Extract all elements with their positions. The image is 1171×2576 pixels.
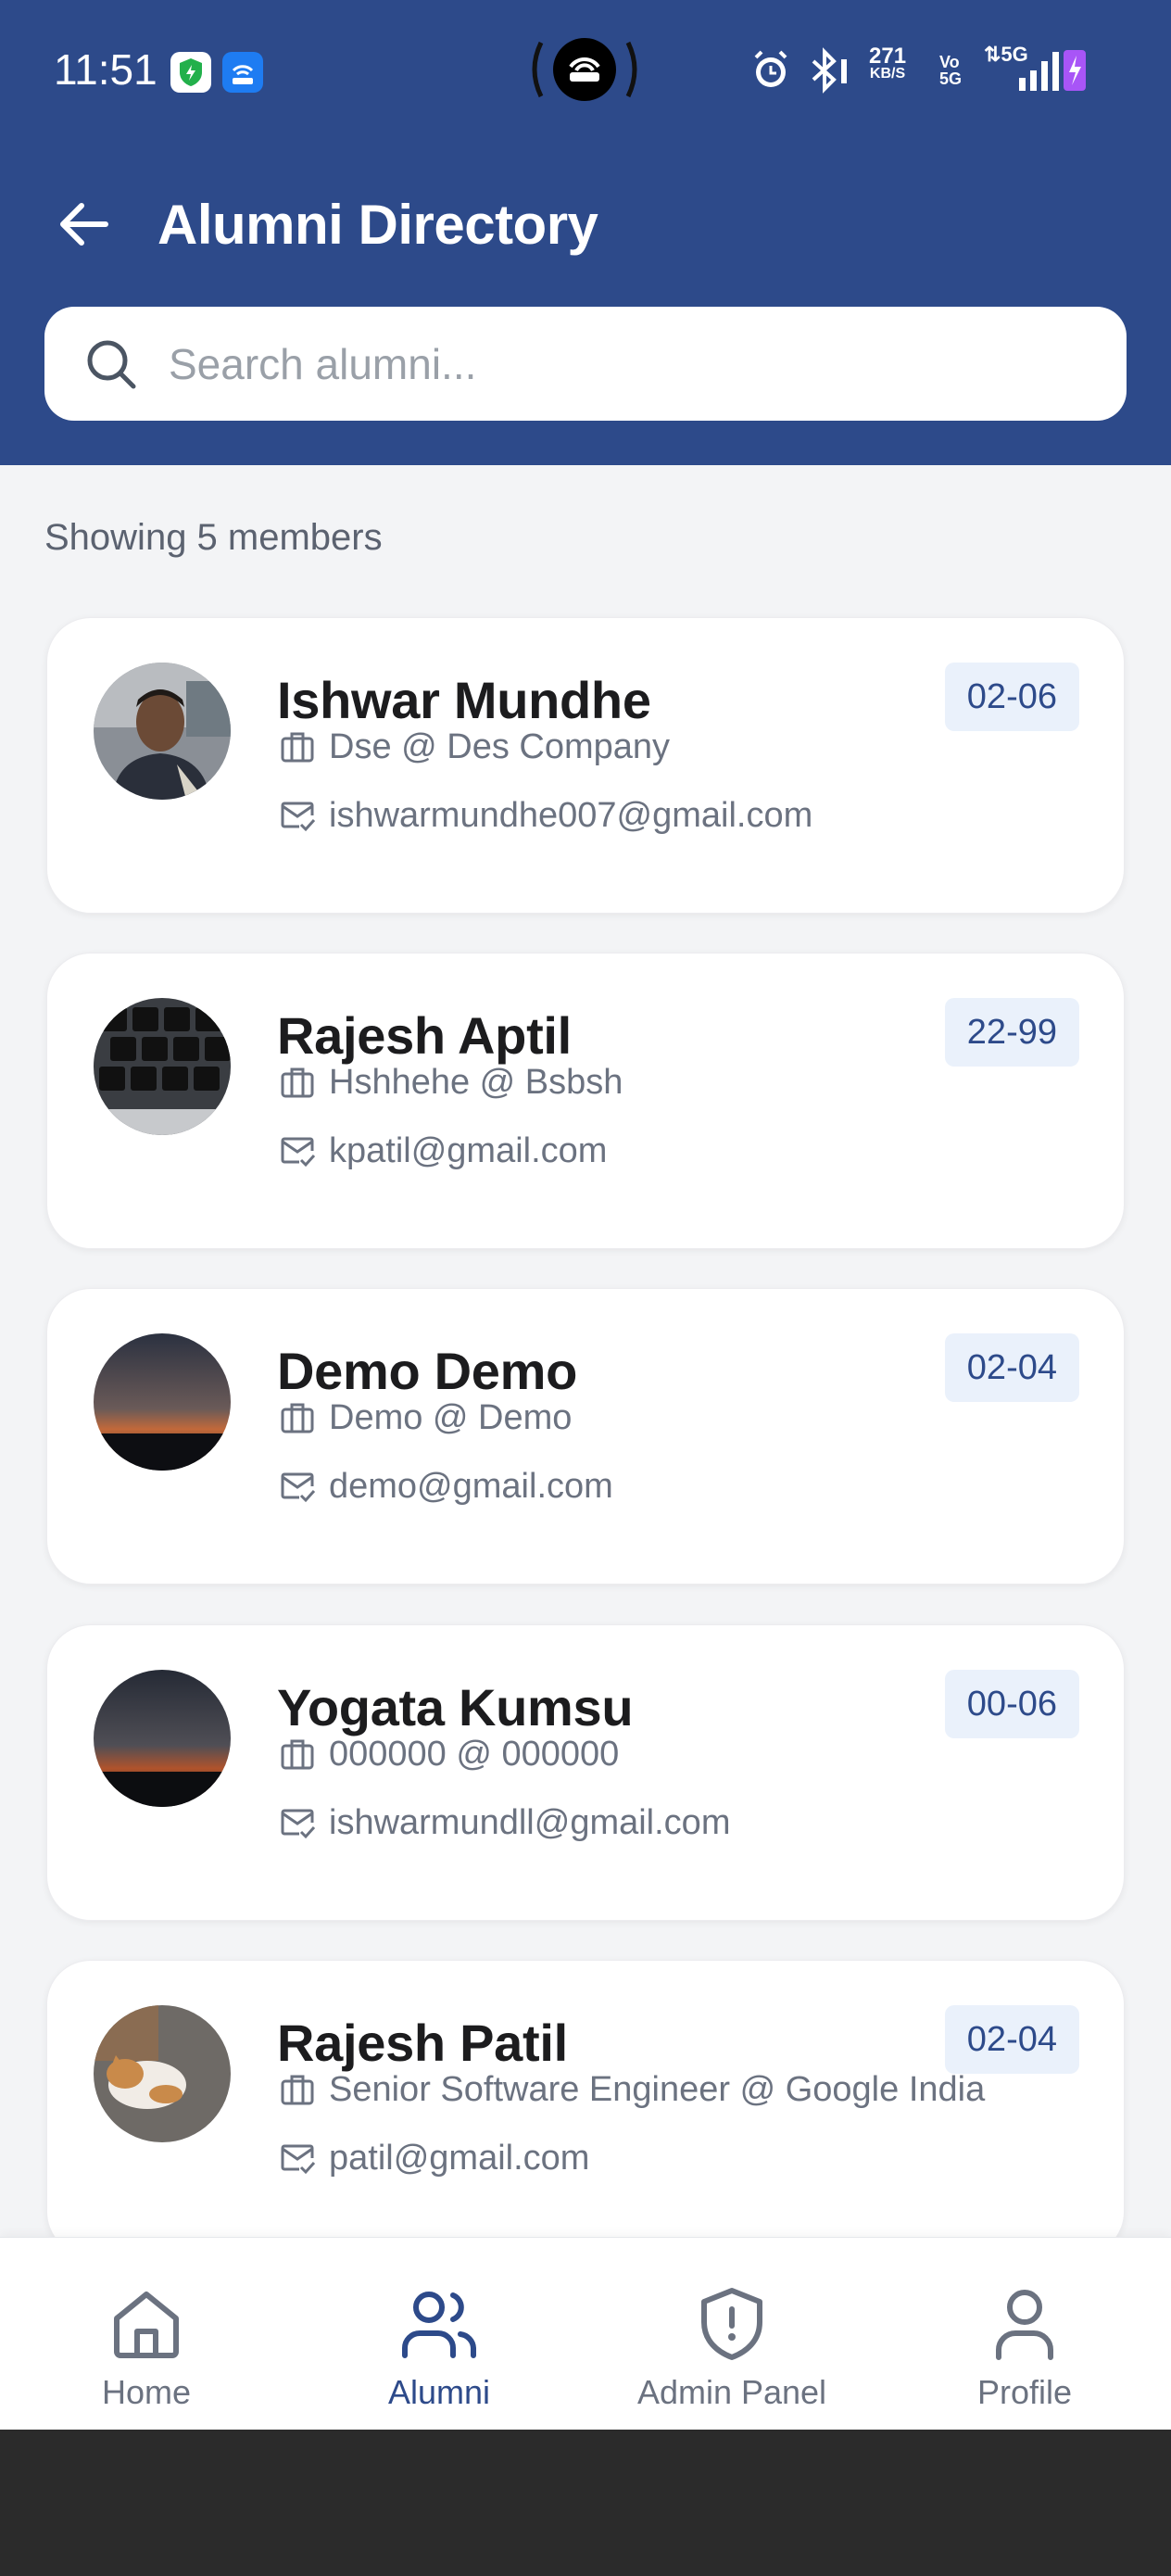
system-nav-bar <box>0 2430 1171 2576</box>
member-job-row: Demo @ Demo <box>277 1395 572 1441</box>
nav-alumni-label: Alumni <box>387 2373 491 2411</box>
search-bar[interactable] <box>44 307 1127 421</box>
router-app-icon <box>222 52 263 93</box>
member-email-row: kpatil@gmail.com <box>277 1128 607 1174</box>
nav-alumni[interactable]: Alumni <box>293 2238 586 2431</box>
member-card[interactable]: Ishwar Mundhe Dse @ Des Company ishwarmu… <box>46 617 1125 914</box>
batch-badge: 02-04 <box>944 2005 1079 2074</box>
member-name: Ishwar Mundhe <box>277 671 651 729</box>
mail-check-icon <box>277 795 318 836</box>
status-bar: 11:51 ⇅5G 271 KB/S Vo 5G <box>0 0 1171 139</box>
members-count: Showing 5 members <box>44 517 383 558</box>
batch-badge: 02-04 <box>944 1333 1079 1402</box>
bottom-nav: Home Alumni Admin Panel Profile <box>0 2237 1171 2430</box>
vo-label: Vo <box>939 53 960 71</box>
title-row: Alumni Directory <box>0 176 1171 269</box>
member-job: Senior Software Engineer @ Google India <box>329 2069 986 2109</box>
member-job: Hshhehe @ Bsbsh <box>329 1062 623 1102</box>
briefcase-icon <box>277 2069 318 2110</box>
status-time: 11:51 <box>54 45 157 94</box>
member-job: 000000 @ 000000 <box>329 1734 620 1774</box>
briefcase-icon <box>277 726 318 767</box>
member-email: ishwarmundhe007@gmail.com <box>329 795 813 835</box>
back-button[interactable] <box>48 189 119 259</box>
member-email: ishwarmundll@gmail.com <box>329 1802 731 1842</box>
nav-home[interactable]: Home <box>0 2238 293 2431</box>
member-email: kpatil@gmail.com <box>329 1130 608 1170</box>
member-job-row: Senior Software Engineer @ Google India <box>277 2066 985 2113</box>
search-input[interactable] <box>169 323 1095 405</box>
avatar <box>94 998 231 1135</box>
network-speed: 271 KB/S <box>869 44 907 82</box>
member-name: Rajesh Patil <box>277 2014 568 2072</box>
nav-profile-label: Profile <box>976 2373 1073 2411</box>
mail-check-icon <box>277 1802 318 1843</box>
member-job: Dse @ Des Company <box>329 726 671 766</box>
member-card[interactable]: Rajesh Aptil Hshhehe @ Bsbsh kpatil@gmai… <box>46 953 1125 1249</box>
nav-profile[interactable]: Profile <box>878 2238 1171 2431</box>
hotspot-indicator-icon <box>524 35 645 104</box>
member-email: patil@gmail.com <box>329 2138 590 2178</box>
member-email: demo@gmail.com <box>329 1466 613 1506</box>
avatar <box>94 2005 231 2142</box>
avatar <box>94 1333 231 1471</box>
speed-unit: KB/S <box>869 66 906 82</box>
member-email-row: demo@gmail.com <box>277 1463 613 1509</box>
member-name: Rajesh Aptil <box>277 1006 572 1065</box>
avatar <box>94 663 231 800</box>
page-title: Alumni Directory <box>157 194 598 256</box>
volte-indicator: Vo 5G <box>939 54 962 87</box>
avatar <box>94 1670 231 1807</box>
nav-admin-panel[interactable]: Admin Panel <box>586 2238 878 2431</box>
vo-network: 5G <box>939 69 963 88</box>
mail-check-icon <box>277 1130 318 1171</box>
mail-check-icon <box>277 1466 318 1507</box>
status-icons: ⇅5G 271 KB/S Vo 5G <box>745 41 1115 100</box>
member-email-row: patil@gmail.com <box>277 2135 589 2181</box>
member-card[interactable]: Demo Demo Demo @ Demo demo@gmail.com 02-… <box>46 1288 1125 1585</box>
member-card[interactable]: Rajesh Patil Senior Software Engineer @ … <box>46 1960 1125 2256</box>
briefcase-icon <box>277 1734 318 1774</box>
member-name: Yogata Kumsu <box>277 1678 634 1736</box>
mail-check-icon <box>277 2138 318 2178</box>
user-icon <box>985 2284 1064 2364</box>
shield-alert-icon <box>692 2284 772 2364</box>
batch-badge: 00-06 <box>944 1670 1079 1738</box>
member-job-row: Dse @ Des Company <box>277 724 670 770</box>
home-icon <box>107 2284 186 2364</box>
batch-badge: 02-06 <box>944 663 1079 731</box>
briefcase-icon <box>277 1397 318 1438</box>
search-icon <box>87 340 136 389</box>
nav-home-label: Home <box>101 2373 192 2411</box>
member-name: Demo Demo <box>277 1342 578 1400</box>
member-email-row: ishwarmundhe007@gmail.com <box>277 792 812 839</box>
shield-app-icon <box>170 52 211 93</box>
arrow-left-icon <box>60 203 108 246</box>
app-header: 11:51 ⇅5G 271 KB/S Vo 5G Alumni Director… <box>0 0 1171 465</box>
briefcase-icon <box>277 1062 318 1103</box>
member-card[interactable]: Yogata Kumsu 000000 @ 000000 ishwarmundl… <box>46 1624 1125 1921</box>
member-email-row: ishwarmundll@gmail.com <box>277 1799 730 1846</box>
batch-badge: 22-99 <box>944 998 1079 1067</box>
users-icon <box>399 2284 479 2364</box>
member-job: Demo @ Demo <box>329 1397 573 1437</box>
member-job-row: 000000 @ 000000 <box>277 1731 619 1777</box>
speed-value: 271 <box>869 44 907 69</box>
nav-admin-panel-label: Admin Panel <box>636 2373 827 2411</box>
svg-text:⇅5G: ⇅5G <box>984 43 1028 66</box>
member-job-row: Hshhehe @ Bsbsh <box>277 1059 623 1105</box>
